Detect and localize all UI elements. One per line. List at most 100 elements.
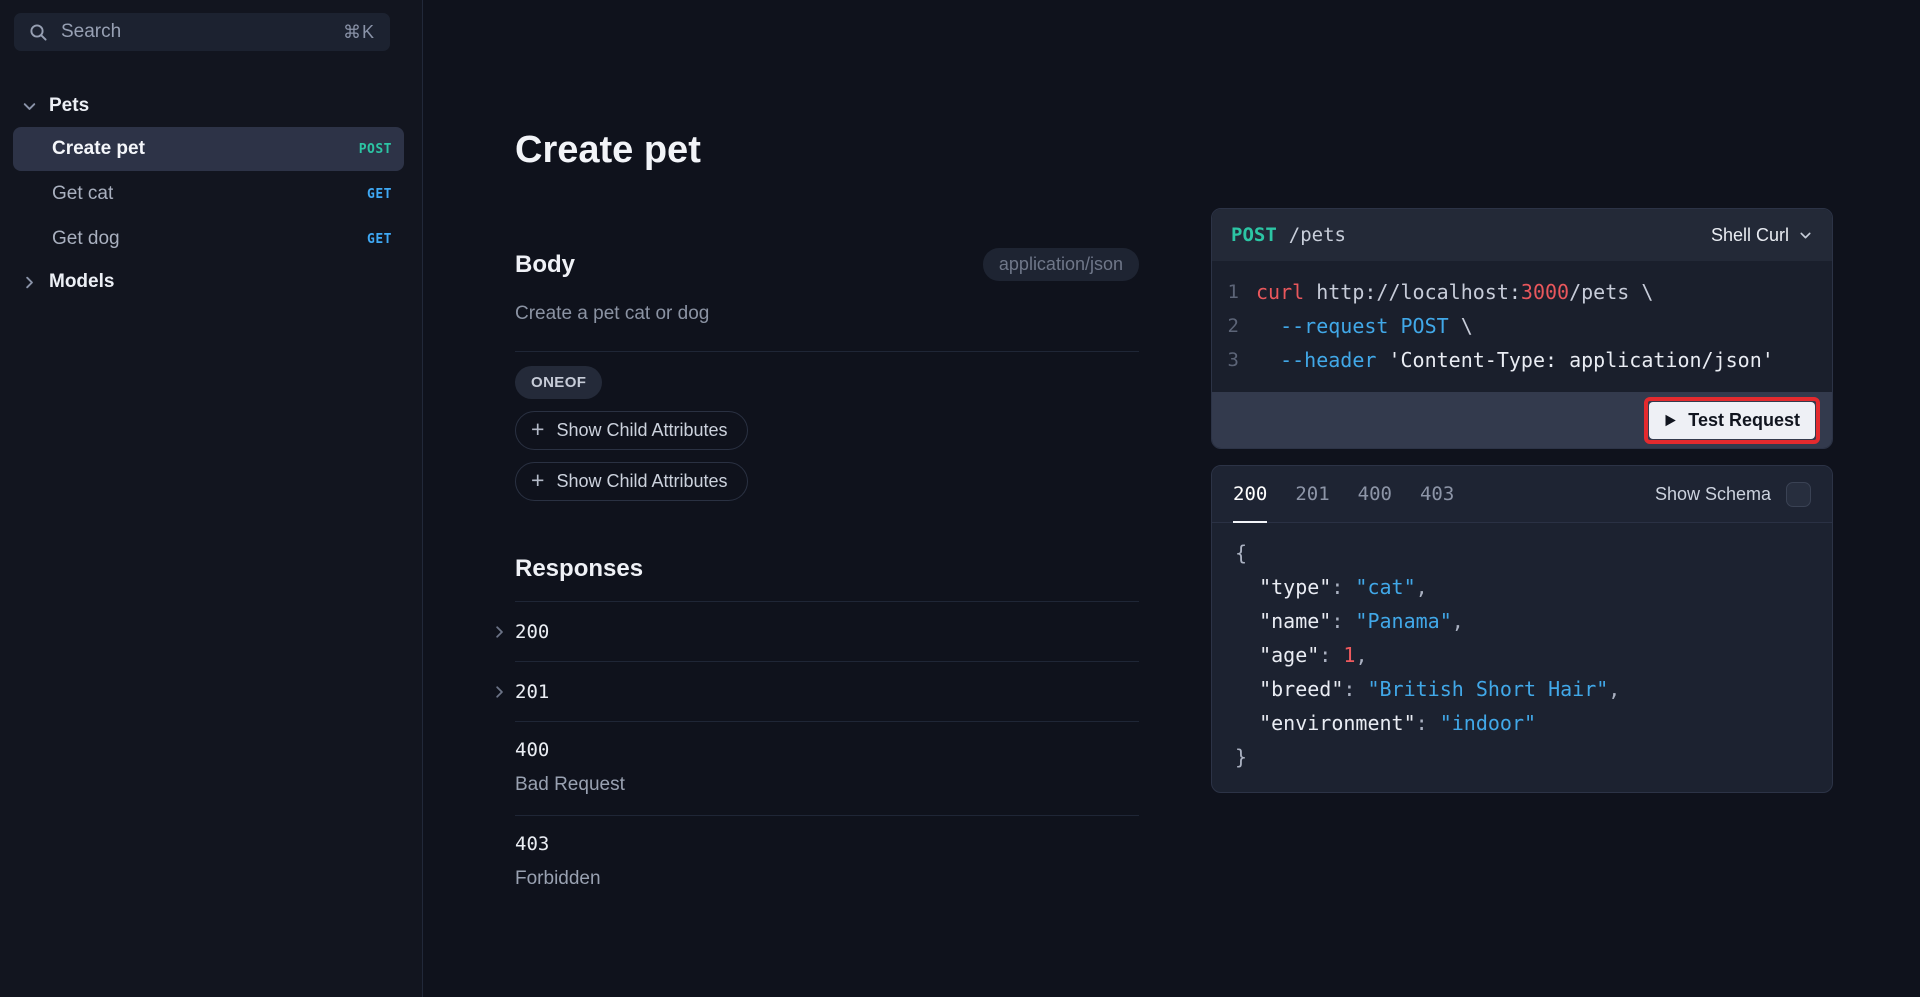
plus-icon: +: [531, 418, 544, 441]
json-line: {: [1235, 536, 1809, 570]
method-badge-get: GET: [367, 232, 392, 247]
code-token: "Panama": [1355, 609, 1451, 633]
search-input[interactable]: Search ⌘K: [14, 13, 390, 51]
request-example-card: POST /pets Shell Curl 1 curl: [1211, 208, 1833, 449]
code-token: --request: [1280, 309, 1388, 343]
code-line: 3 --header 'Content-Type: application/js…: [1212, 343, 1832, 377]
code-token: :: [1343, 677, 1367, 701]
language-selector-dropdown[interactable]: Shell Curl: [1711, 225, 1813, 246]
response-status-code: 200: [515, 621, 549, 643]
code-token: "breed": [1235, 677, 1343, 701]
line-number: 1: [1212, 275, 1256, 309]
code-token: :: [1416, 711, 1440, 735]
oneof-badge: ONEOF: [515, 366, 602, 399]
sidebar-section-label: Models: [49, 271, 114, 293]
code-token: 1: [1343, 643, 1355, 667]
responses-heading: Responses: [515, 555, 1139, 583]
response-description: Forbidden: [515, 868, 1139, 890]
response-row-400: 400 Bad Request: [515, 722, 1139, 816]
code-token: POST: [1401, 309, 1449, 343]
code-token: "indoor": [1440, 711, 1536, 735]
request-method: POST: [1231, 224, 1277, 246]
code-token: 3000: [1521, 275, 1569, 309]
code-token: :: [1331, 609, 1355, 633]
code-token: --header: [1280, 343, 1376, 377]
show-child-attributes-button[interactable]: + Show Child Attributes: [515, 411, 748, 450]
test-request-button[interactable]: Test Request: [1649, 402, 1815, 439]
divider: [515, 351, 1139, 352]
code-token: ,: [1416, 575, 1428, 599]
example-column: POST /pets Shell Curl 1 curl: [1211, 208, 1833, 793]
app-root: Search ⌘K Pets Create pet POST Get cat G…: [0, 0, 1920, 997]
json-line: "type": "cat",: [1235, 570, 1809, 604]
response-status-code: 201: [515, 681, 549, 703]
method-badge-get: GET: [367, 187, 392, 202]
tab-400[interactable]: 400: [1358, 466, 1392, 522]
sidebar: Search ⌘K Pets Create pet POST Get cat G…: [0, 0, 423, 997]
code-token: :: [1331, 575, 1355, 599]
play-icon: [1664, 413, 1677, 428]
show-child-attributes-button[interactable]: + Show Child Attributes: [515, 462, 748, 501]
plus-icon: +: [531, 469, 544, 492]
line-number: 2: [1212, 309, 1256, 343]
show-child-attributes-label: Show Child Attributes: [556, 471, 727, 492]
sidebar-section-pets[interactable]: Pets: [0, 86, 422, 126]
code-token: [1388, 309, 1400, 343]
json-line: "age": 1,: [1235, 638, 1809, 672]
show-child-attributes-label: Show Child Attributes: [556, 420, 727, 441]
code-token: "cat": [1355, 575, 1415, 599]
body-section-header: Body application/json: [515, 248, 1139, 281]
search-placeholder: Search: [61, 21, 121, 43]
chevron-right-icon: [491, 623, 508, 640]
curl-code-block: 1 curl http://localhost:3000/pets \ 2 --…: [1212, 261, 1832, 392]
code-token: "type": [1235, 575, 1331, 599]
response-row-201[interactable]: 201: [515, 662, 1139, 722]
code-token: "age": [1235, 643, 1319, 667]
search-shortcut-badge: ⌘K: [343, 22, 375, 43]
chevron-right-icon: [21, 274, 38, 291]
request-path: /pets: [1289, 224, 1346, 246]
response-card-header: 200 201 400 403 Show Schema: [1212, 466, 1832, 523]
sidebar-item-create-pet[interactable]: Create pet POST: [13, 127, 404, 171]
content-type-badge: application/json: [983, 248, 1139, 281]
json-line: "breed": "British Short Hair",: [1235, 672, 1809, 706]
highlight-annotation: Test Request: [1644, 397, 1820, 444]
response-status-code: 400: [515, 739, 1139, 761]
sidebar-item-label: Get cat: [52, 183, 113, 205]
line-number: 3: [1212, 343, 1256, 377]
sidebar-item-get-dog[interactable]: Get dog GET: [13, 217, 404, 261]
chevron-down-icon: [1798, 228, 1813, 243]
language-selector-label: Shell Curl: [1711, 225, 1789, 246]
page-title: Create pet: [515, 128, 1139, 172]
code-line: 1 curl http://localhost:3000/pets \: [1212, 275, 1832, 309]
main-content: Create pet Body application/json Create …: [423, 0, 1920, 997]
code-token: {: [1235, 541, 1247, 565]
tab-201[interactable]: 201: [1295, 466, 1329, 522]
response-status-tabs: 200 201 400 403: [1233, 466, 1454, 522]
code-token: ,: [1355, 643, 1367, 667]
operation-column: Create pet Body application/json Create …: [515, 128, 1139, 909]
code-token: http://localhost:: [1304, 275, 1521, 309]
code-token: [1256, 343, 1280, 377]
show-schema-checkbox[interactable]: [1786, 482, 1811, 507]
json-line: }: [1235, 740, 1809, 774]
response-row-200[interactable]: 200: [515, 602, 1139, 662]
test-request-label: Test Request: [1688, 410, 1800, 431]
sidebar-section-models[interactable]: Models: [0, 262, 422, 302]
tab-403[interactable]: 403: [1420, 466, 1454, 522]
code-token: curl: [1256, 275, 1304, 309]
method-badge-post: POST: [359, 142, 392, 157]
code-token: ,: [1452, 609, 1464, 633]
sidebar-item-label: Create pet: [52, 138, 145, 160]
code-line: 2 --request POST \: [1212, 309, 1832, 343]
chevron-right-icon: [491, 683, 508, 700]
code-token: "name": [1235, 609, 1331, 633]
response-row-403: 403 Forbidden: [515, 816, 1139, 909]
code-token: }: [1235, 745, 1247, 769]
tab-200[interactable]: 200: [1233, 466, 1267, 522]
sidebar-section-label: Pets: [49, 95, 89, 117]
sidebar-item-get-cat[interactable]: Get cat GET: [13, 172, 404, 216]
response-description: Bad Request: [515, 774, 1139, 796]
request-card-footer: Test Request: [1212, 392, 1832, 448]
json-line: "name": "Panama",: [1235, 604, 1809, 638]
